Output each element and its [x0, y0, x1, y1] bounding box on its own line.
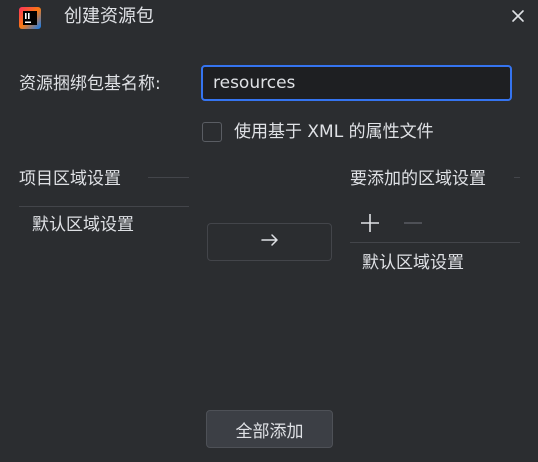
xml-properties-checkbox-label[interactable]: 使用基于 XML 的属性文件	[234, 121, 434, 143]
list-divider	[19, 206, 189, 207]
close-icon[interactable]	[508, 6, 528, 26]
base-name-input[interactable]	[201, 65, 512, 101]
project-locales-header: 项目区域设置	[19, 169, 121, 189]
intellij-idea-logo-icon	[19, 7, 41, 29]
header-divider	[148, 177, 189, 178]
minus-icon	[402, 212, 424, 234]
list-item[interactable]: 默认区域设置	[32, 214, 134, 236]
plus-icon[interactable]	[359, 212, 381, 234]
selected-locales-header: 要添加的区域设置	[350, 169, 486, 189]
list-divider	[350, 242, 520, 243]
move-right-button[interactable]	[207, 223, 332, 261]
base-name-label: 资源捆绑包基名称:	[19, 74, 161, 94]
dialog-title: 创建资源包	[64, 6, 154, 27]
list-item[interactable]: 默认区域设置	[362, 252, 464, 274]
header-divider	[514, 177, 520, 178]
add-all-button[interactable]: 全部添加	[206, 410, 333, 448]
xml-properties-checkbox[interactable]	[202, 122, 222, 142]
arrow-right-icon	[260, 232, 280, 252]
